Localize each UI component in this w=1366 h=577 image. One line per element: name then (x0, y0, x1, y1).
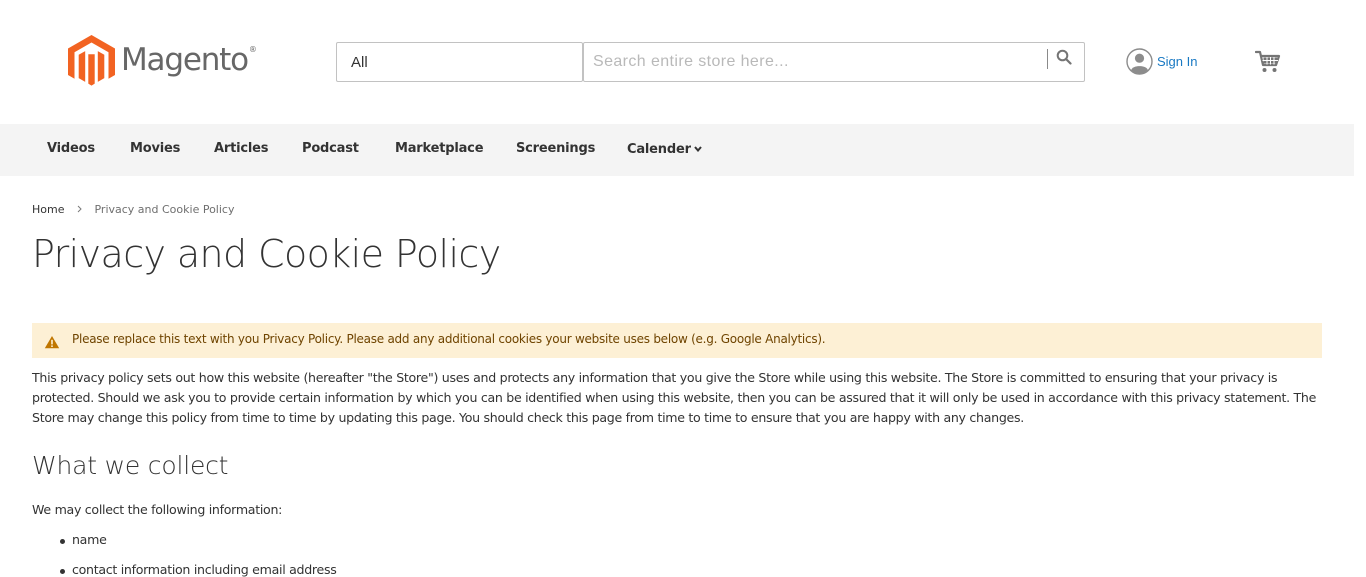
intro-paragraph: This privacy policy sets out how this we… (32, 370, 1317, 425)
breadcrumb-current: Privacy and Cookie Policy (94, 203, 235, 216)
list-item: name (60, 532, 337, 562)
nav-item-marketplace[interactable]: Marketplace (395, 141, 484, 156)
main-navigation: Videos Movies Articles Podcast Marketpla… (0, 124, 1354, 176)
search-box (583, 42, 1085, 82)
search-category-select[interactable]: All (336, 42, 583, 82)
cart-icon[interactable] (1254, 50, 1281, 74)
registered-mark: ® (248, 45, 257, 54)
breadcrumb-separator-icon (77, 202, 83, 217)
nav-item-movies[interactable]: Movies (130, 141, 180, 156)
search-input[interactable] (584, 43, 1044, 81)
magento-logo-icon (68, 35, 115, 86)
logo-wordmark: Magento (121, 42, 249, 78)
nav-item-calender[interactable]: Calender (627, 141, 702, 157)
nav-item-articles[interactable]: Articles (214, 141, 268, 156)
page-header: Magento ® All Sign In (0, 0, 1354, 124)
warning-icon (44, 334, 60, 353)
nav-item-podcast[interactable]: Podcast (302, 141, 359, 156)
list-item: contact information including email addr… (60, 562, 337, 577)
nav-item-calender-label: Calender (627, 142, 691, 157)
page-title: Privacy and Cookie Policy (32, 232, 501, 276)
breadcrumb: Home Privacy and Cookie Policy (32, 202, 234, 217)
sign-in-link[interactable]: Sign In (1126, 48, 1197, 75)
search-divider (1047, 49, 1048, 69)
breadcrumb-home[interactable]: Home (32, 203, 64, 216)
sign-in-label[interactable]: Sign In (1157, 54, 1197, 69)
search-icon[interactable] (1056, 49, 1074, 67)
nav-item-screenings[interactable]: Screenings (516, 141, 595, 156)
nav-item-videos[interactable]: Videos (47, 141, 95, 156)
chevron-down-icon (694, 141, 702, 156)
collect-intro: We may collect the following information… (32, 502, 283, 517)
section-heading: What we collect (32, 451, 229, 480)
magento-logo[interactable]: Magento ® (68, 35, 257, 88)
user-avatar-icon (1126, 48, 1153, 75)
notice-message: Please replace this text with you Privac… (32, 323, 1322, 358)
notice-text: Please replace this text with you Privac… (72, 332, 826, 346)
collect-list: name contact information including email… (60, 532, 337, 577)
